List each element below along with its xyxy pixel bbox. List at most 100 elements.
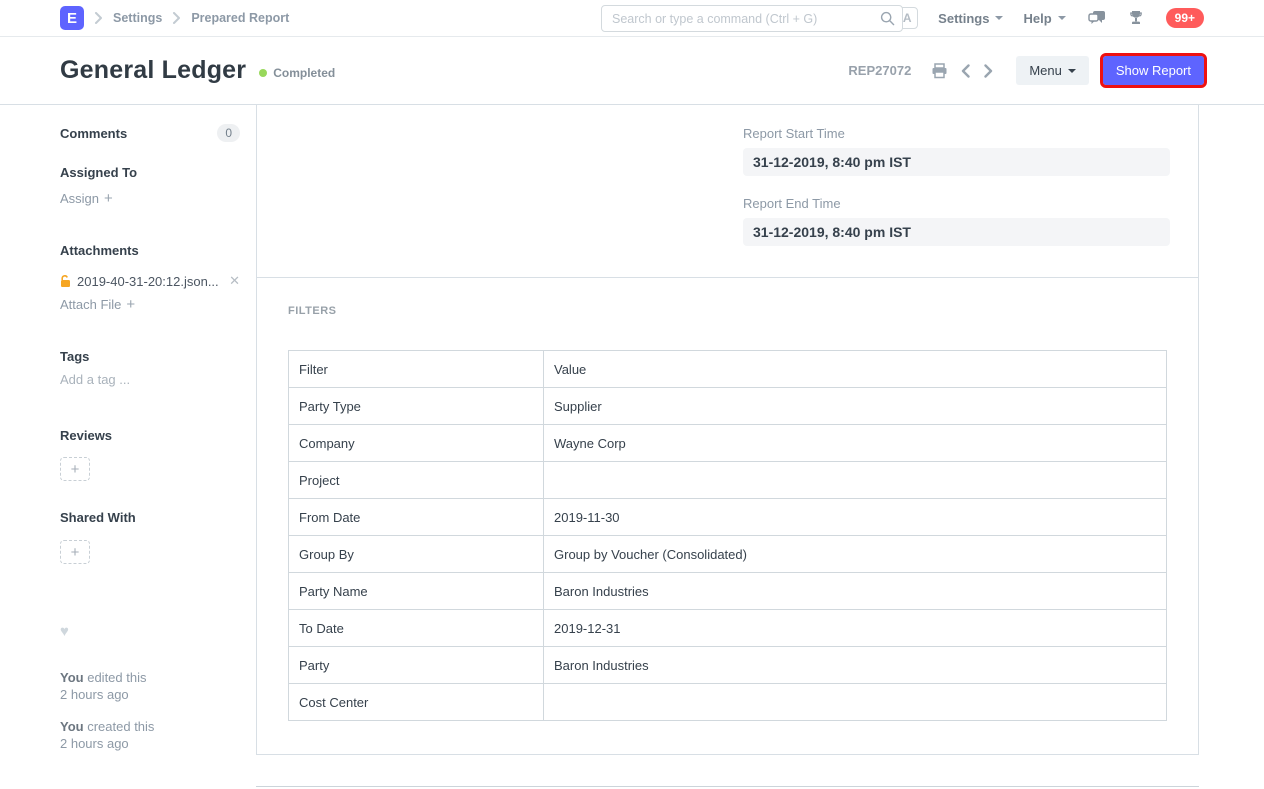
navbar-right-group: A Settings Help 99+ xyxy=(896,7,1204,29)
report-end-time-value: 31-12-2019, 8:40 pm IST xyxy=(743,218,1170,246)
table-row: Cost Center xyxy=(289,684,1167,721)
breadcrumb-chevron-icon xyxy=(94,12,103,24)
document-id: REP27072 xyxy=(848,63,911,78)
next-button[interactable] xyxy=(983,64,994,78)
notifications-badge[interactable]: 99+ xyxy=(1166,8,1204,28)
activity-actor: You xyxy=(60,670,84,685)
activity-entry: You created this 2 hours ago xyxy=(60,718,240,752)
report-start-time-label: Report Start Time xyxy=(743,126,1170,141)
help-menu-label: Help xyxy=(1023,11,1051,26)
help-menu[interactable]: Help xyxy=(1023,11,1065,26)
value-cell: 2019-11-30 xyxy=(544,499,1167,536)
reviews-heading: Reviews xyxy=(60,428,240,443)
form-card: Report Start Time 31-12-2019, 8:40 pm IS… xyxy=(256,105,1199,755)
page-head: General Ledger Completed REP27072 Menu S… xyxy=(0,37,1264,105)
activity-entry: You edited this 2 hours ago xyxy=(60,669,240,703)
filters-table: Filter Value Party Type Supplier Company… xyxy=(288,350,1167,721)
comments-link[interactable]: Comments xyxy=(60,126,127,141)
filter-cell: Cost Center xyxy=(289,684,544,721)
shared-with-heading: Shared With xyxy=(60,510,240,525)
table-row: From Date 2019-11-30 xyxy=(289,499,1167,536)
prev-button[interactable] xyxy=(960,64,971,78)
menu-button-label: Menu xyxy=(1029,63,1062,78)
lock-icon xyxy=(60,275,71,288)
filter-cell: To Date xyxy=(289,610,544,647)
filter-cell: Group By xyxy=(289,536,544,573)
breadcrumb-chevron-icon xyxy=(172,12,181,24)
filter-cell: Party Type xyxy=(289,388,544,425)
form-sidebar: Comments 0 Assigned To Assign + Attachme… xyxy=(60,105,240,755)
page-title: General Ledger xyxy=(60,56,246,85)
section-divider xyxy=(256,786,1199,787)
table-header-row: Filter Value xyxy=(289,351,1167,388)
tags-heading: Tags xyxy=(60,349,240,364)
chevron-down-icon xyxy=(1058,16,1066,20)
trophy-icon[interactable] xyxy=(1128,10,1144,26)
show-report-button[interactable]: Show Report xyxy=(1103,56,1204,85)
page-body: Comments 0 Assigned To Assign + Attachme… xyxy=(0,105,1264,755)
value-cell: Group by Voucher (Consolidated) xyxy=(544,536,1167,573)
global-search xyxy=(601,5,903,32)
top-navbar: E Settings Prepared Report A Settings He… xyxy=(0,0,1264,37)
chat-icon[interactable] xyxy=(1088,10,1106,26)
breadcrumb-prepared-report[interactable]: Prepared Report xyxy=(191,11,289,25)
report-end-time-label: Report End Time xyxy=(743,196,1170,211)
page-head-actions: REP27072 Menu Show Report xyxy=(848,56,1204,85)
activity-actor: You xyxy=(60,719,84,734)
report-start-time-value: 31-12-2019, 8:40 pm IST xyxy=(743,148,1170,176)
table-row: Company Wayne Corp xyxy=(289,425,1167,462)
filter-cell: Project xyxy=(289,462,544,499)
menu-button[interactable]: Menu xyxy=(1016,56,1089,85)
print-button[interactable] xyxy=(931,63,948,79)
settings-menu-label: Settings xyxy=(938,11,989,26)
table-row: To Date 2019-12-31 xyxy=(289,610,1167,647)
add-tag-input[interactable]: Add a tag ... xyxy=(60,372,130,387)
filters-section-heading: FILTERS xyxy=(288,305,1167,317)
value-cell: 2019-12-31 xyxy=(544,610,1167,647)
search-input[interactable] xyxy=(601,5,903,32)
value-cell xyxy=(544,462,1167,499)
chevron-down-icon xyxy=(995,16,1003,20)
activity-timestamp: 2 hours ago xyxy=(60,735,240,752)
table-row: Party Baron Industries xyxy=(289,647,1167,684)
table-row: Party Name Baron Industries xyxy=(289,573,1167,610)
filter-cell: Company xyxy=(289,425,544,462)
share-button[interactable]: + xyxy=(60,540,90,564)
activity-action: edited this xyxy=(87,670,146,685)
filter-cell: From Date xyxy=(289,499,544,536)
value-cell: Baron Industries xyxy=(544,647,1167,684)
table-row: Party Type Supplier xyxy=(289,388,1167,425)
app-logo[interactable]: E xyxy=(60,6,84,30)
attachment-link[interactable]: 2019-40-31-20:12.json... xyxy=(77,274,219,289)
status-label: Completed xyxy=(273,66,335,80)
plus-icon: + xyxy=(104,190,113,207)
filter-column-header: Filter xyxy=(289,351,544,388)
settings-menu[interactable]: Settings xyxy=(938,11,1003,26)
comments-count: 0 xyxy=(217,124,240,142)
filters-section: FILTERS Filter Value Party Type Supplier… xyxy=(257,277,1198,755)
table-row: Group By Group by Voucher (Consolidated) xyxy=(289,536,1167,573)
status-dot-icon xyxy=(259,69,267,77)
attach-file-link[interactable]: Attach File + xyxy=(60,296,135,313)
breadcrumb-settings[interactable]: Settings xyxy=(113,11,162,25)
activity-timestamp: 2 hours ago xyxy=(60,686,240,703)
value-cell: Wayne Corp xyxy=(544,425,1167,462)
activity-action: created this xyxy=(87,719,154,734)
filter-cell: Party xyxy=(289,647,544,684)
assign-link[interactable]: Assign + xyxy=(60,190,113,207)
plus-icon: + xyxy=(126,296,135,313)
attachment-item: 2019-40-31-20:12.json... ✕ xyxy=(60,273,240,289)
assigned-to-heading: Assigned To xyxy=(60,165,240,180)
filter-cell: Party Name xyxy=(289,573,544,610)
value-column-header: Value xyxy=(544,351,1167,388)
assign-link-label: Assign xyxy=(60,191,99,206)
attachments-heading: Attachments xyxy=(60,243,240,258)
value-cell: Baron Industries xyxy=(544,573,1167,610)
attach-file-label: Attach File xyxy=(60,297,121,312)
add-review-button[interactable]: + xyxy=(60,457,90,481)
report-times-section: Report Start Time 31-12-2019, 8:40 pm IS… xyxy=(257,105,1198,277)
value-cell xyxy=(544,684,1167,721)
table-row: Project xyxy=(289,462,1167,499)
remove-attachment-icon[interactable]: ✕ xyxy=(229,273,240,289)
like-heart-icon[interactable]: ♥ xyxy=(60,623,240,640)
